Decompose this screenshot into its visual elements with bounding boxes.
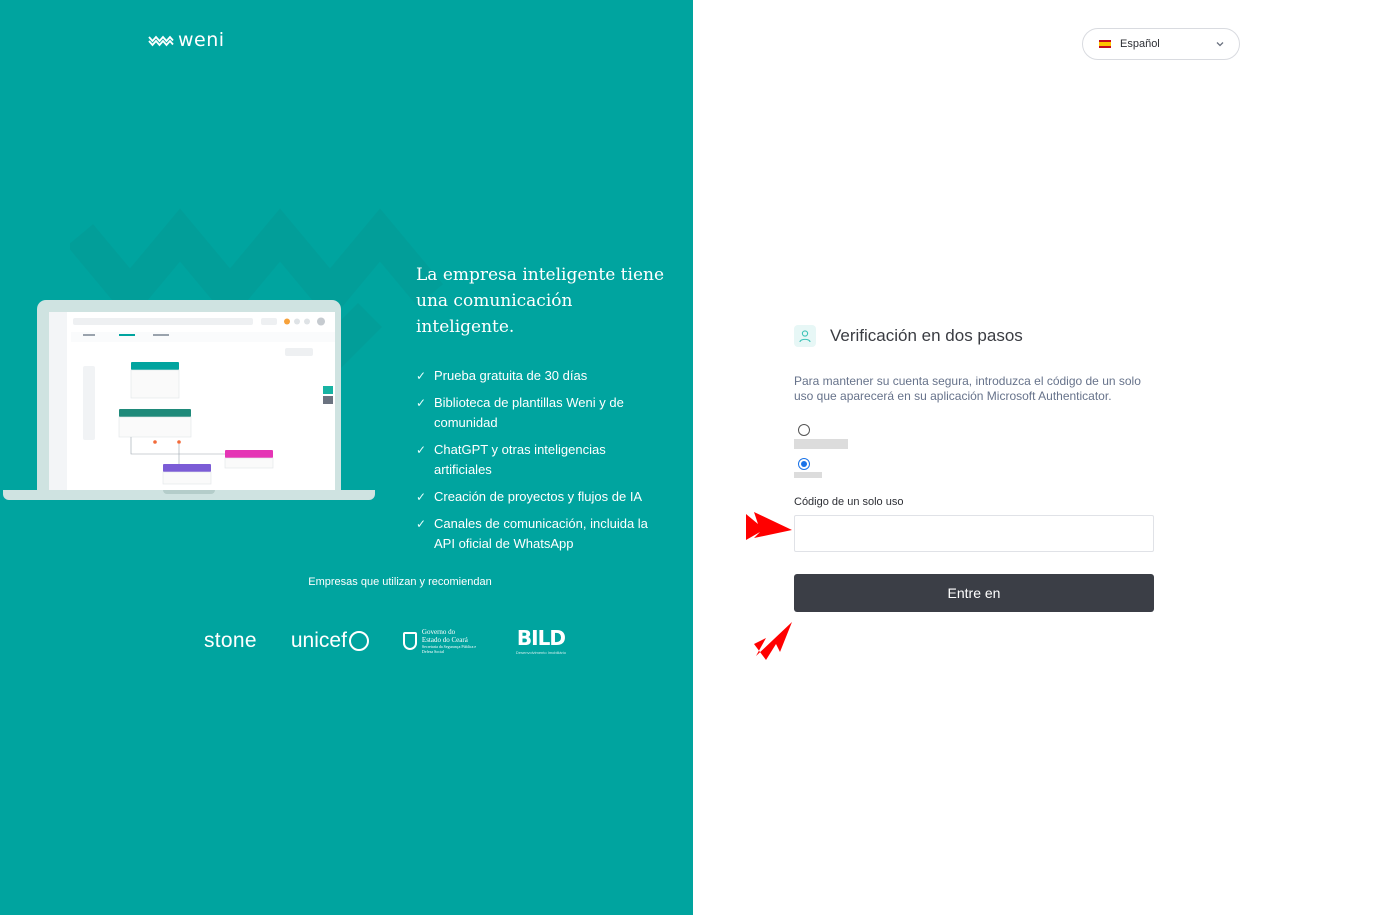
bild-logo-text: BILD [516, 626, 566, 650]
unicef-logo-text: unicef [290, 628, 347, 652]
one-time-code-input[interactable] [794, 515, 1154, 552]
authenticator-option-radio-selected[interactable] [798, 458, 810, 470]
ceara-logo-line2: Estado do Ceará [421, 635, 468, 644]
feature-item: ✓ Canales de comunicación, incluida la AP… [416, 514, 656, 554]
feature-item: ✓ Prueba gratuita de 30 días [416, 366, 656, 386]
feature-item: ✓ ChatGPT y otras inteligencias artificia… [416, 440, 656, 480]
red-arrow-annotation-icon [746, 512, 792, 540]
sign-in-button[interactable]: Entre en [794, 574, 1154, 612]
page-title: Verificación en dos pasos [830, 326, 1023, 345]
feature-text: ChatGPT y otras inteligencias artificial… [434, 442, 606, 477]
authenticator-option[interactable] [794, 424, 1154, 460]
feature-list: ✓ Prueba gratuita de 30 días ✓ Biblioteca … [416, 366, 656, 561]
chevron-down-icon [1216, 42, 1224, 47]
redacted-device-name [794, 472, 822, 478]
verification-description: Para mantener su cuenta segura, introduz… [794, 374, 1141, 403]
weni-waves-icon [148, 35, 174, 47]
feature-item: ✓ Creación de proyectos y flujos de IA [416, 487, 656, 507]
ceara-government-logo: Governo do Estado do Ceará Secretaria da… [402, 627, 482, 654]
feature-text: Prueba gratuita de 30 días [434, 368, 588, 383]
bild-logo-subtext: Desenvolvimento Imobiliário [515, 650, 566, 655]
ceara-logo-line3: Secretaria da Segurança Pública e Defesa… [421, 643, 477, 654]
feature-text: Creación de proyectos y flujos de IA [434, 489, 643, 504]
feature-text: Canales de comunicación, incluida la API… [434, 516, 648, 551]
checkmark-icon: ✓ [416, 443, 427, 457]
feature-text: Biblioteca de plantillas Weni y de comun… [434, 395, 624, 430]
language-selector[interactable]: Español [1082, 28, 1240, 60]
two-step-verification-form: Verificación en dos pasos Para mantener … [794, 324, 1154, 612]
laptop-illustration [3, 298, 375, 504]
redacted-device-name [794, 439, 848, 449]
feature-item: ✓ Biblioteca de plantillas Weni y de comu… [416, 393, 656, 433]
red-arrow-annotation-icon [754, 622, 792, 660]
weni-logo-text: weni [178, 29, 225, 51]
unicef-logo: unicef [291, 629, 369, 653]
authenticator-option-radio[interactable] [798, 424, 810, 436]
spain-flag-icon [1099, 40, 1111, 48]
hero-headline: La empresa inteligente tiene una comunic… [416, 265, 665, 337]
companies-title: Empresas que utilizan y recomiendan [308, 576, 492, 588]
stone-logo: stone [204, 628, 257, 652]
checkmark-icon: ✓ [416, 369, 427, 383]
ceara-crest-icon [402, 631, 417, 650]
user-icon [794, 325, 816, 347]
bild-logo: BILD Desenvolvimento Imobiliário [516, 626, 566, 655]
one-time-code-label: Código de un solo uso [794, 496, 904, 508]
ceara-logo-line1: Governo do [421, 627, 456, 636]
checkmark-icon: ✓ [416, 396, 427, 410]
checkmark-icon: ✓ [416, 517, 427, 531]
company-logos: stone unicef Governo do Estado do Ceará … [204, 626, 566, 655]
laptop-screen [49, 312, 335, 490]
weni-logo: weni [148, 29, 225, 51]
authenticator-option[interactable] [794, 458, 1154, 496]
left-hero-panel: weni La empresa inteligente tiene una co… [0, 0, 693, 915]
language-label: Español [1120, 38, 1160, 50]
checkmark-icon: ✓ [416, 490, 427, 504]
unicef-globe-icon [348, 630, 369, 651]
